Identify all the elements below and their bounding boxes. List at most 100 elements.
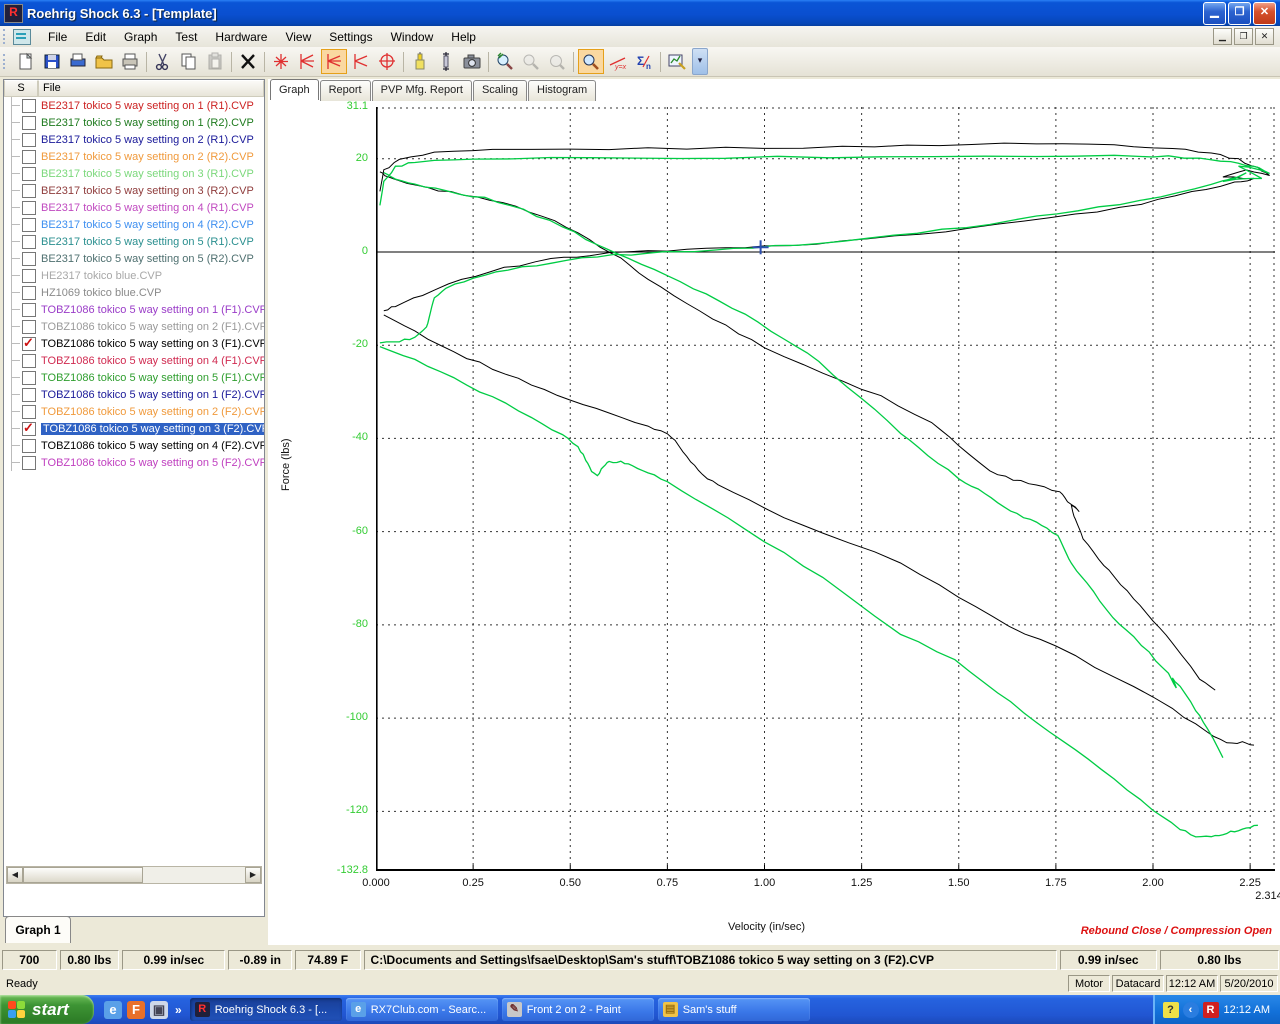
file-name[interactable]: TOBZ1086 tokico 5 way setting on 4 (F1).…	[41, 355, 264, 367]
mdi-minimize-button[interactable]: ▁	[1213, 28, 1232, 45]
file-name[interactable]: TOBZ1086 tokico 5 way setting on 1 (F1).…	[41, 304, 264, 316]
file-row[interactable]: BE2317 tokico 5 way setting on 2 (R1).CV…	[4, 131, 264, 148]
scrollbar-track[interactable]	[143, 867, 245, 883]
file-name[interactable]: TOBZ1086 tokico 5 way setting on 2 (F2).…	[41, 406, 264, 418]
file-name[interactable]: TOBZ1086 tokico 5 way setting on 5 (F1).…	[41, 372, 264, 384]
file-row[interactable]: BE2317 tokico 5 way setting on 2 (R2).CV…	[4, 148, 264, 165]
file-name[interactable]: TOBZ1086 tokico 5 way setting on 1 (F2).…	[41, 389, 264, 401]
file-checkbox[interactable]	[22, 303, 36, 317]
file-row[interactable]: ✓ TOBZ1086 tokico 5 way setting on 3 (F2)…	[4, 420, 264, 437]
file-row[interactable]: ✓ TOBZ1086 tokico 5 way setting on 3 (F1)…	[4, 335, 264, 352]
taskbar-button-rx7club-com-searc-[interactable]: eRX7Club.com - Searc...	[346, 998, 498, 1021]
compress-curves-icon[interactable]	[295, 50, 319, 73]
tab-report[interactable]: Report	[320, 80, 371, 101]
file-checkbox[interactable]	[22, 116, 36, 130]
file-name[interactable]: TOBZ1086 tokico 5 way setting on 3 (F1).…	[41, 338, 264, 350]
tab-graph-1[interactable]: Graph 1	[5, 916, 71, 943]
mdi-close-button[interactable]: ✕	[1255, 28, 1274, 45]
tab-histogram[interactable]: Histogram	[528, 80, 596, 101]
column-header-file[interactable]: File	[38, 80, 264, 97]
file-row[interactable]: BE2317 tokico 5 way setting on 4 (R2).CV…	[4, 216, 264, 233]
file-checkbox[interactable]	[22, 201, 36, 215]
file-row[interactable]: TOBZ1086 tokico 5 way setting on 4 (F1).…	[4, 352, 264, 369]
file-name[interactable]: BE2317 tokico 5 way setting on 2 (R2).CV…	[41, 151, 256, 163]
hide-icons-chevron[interactable]: ‹	[1183, 1002, 1199, 1018]
restore-button[interactable]: ❐	[1228, 2, 1251, 25]
menu-graph[interactable]: Graph	[115, 28, 166, 46]
zoom-window-icon[interactable]	[545, 50, 569, 73]
file-row[interactable]: TOBZ1086 tokico 5 way setting on 1 (F1).…	[4, 301, 264, 318]
file-row[interactable]: TOBZ1086 tokico 5 way setting on 2 (F2).…	[4, 403, 264, 420]
scroll-left-arrow[interactable]: ◀	[7, 867, 23, 883]
show-desktop-icon[interactable]: ▣	[150, 1001, 168, 1019]
menu-window[interactable]: Window	[382, 28, 443, 46]
menu-help[interactable]: Help	[442, 28, 485, 46]
curve-values-icon[interactable]: y=x	[606, 50, 630, 73]
menu-view[interactable]: View	[276, 28, 320, 46]
file-checkbox[interactable]	[22, 184, 36, 198]
firefox-icon[interactable]: F	[127, 1001, 145, 1019]
file-checkbox[interactable]	[22, 286, 36, 300]
taskbar-button-sam-s-stuff[interactable]: ▤Sam's stuff	[658, 998, 810, 1021]
file-checkbox[interactable]	[22, 388, 36, 402]
file-row[interactable]: BE2317 tokico 5 way setting on 5 (R2).CV…	[4, 250, 264, 267]
file-name[interactable]: BE2317 tokico 5 way setting on 4 (R1).CV…	[41, 202, 256, 214]
file-name[interactable]: TOBZ1086 tokico 5 way setting on 2 (F1).…	[41, 321, 264, 333]
file-row[interactable]: HZ1069 tokico blue.CVP	[4, 284, 264, 301]
delete-icon[interactable]	[236, 50, 260, 73]
circle-cursor-icon[interactable]	[375, 50, 399, 73]
file-checkbox[interactable]	[22, 439, 36, 453]
file-checkbox[interactable]	[22, 405, 36, 419]
export-graph-icon[interactable]	[665, 50, 689, 73]
file-name[interactable]: BE2317 tokico 5 way setting on 5 (R1).CV…	[41, 236, 256, 248]
new-document-icon[interactable]	[14, 50, 38, 73]
file-row[interactable]: BE2317 tokico 5 way setting on 3 (R2).CV…	[4, 182, 264, 199]
open-folder-icon[interactable]	[92, 50, 116, 73]
file-row[interactable]: TOBZ1086 tokico 5 way setting on 4 (F2).…	[4, 437, 264, 454]
internet-explorer-icon[interactable]: e	[104, 1001, 122, 1019]
tab-scaling[interactable]: Scaling	[473, 80, 527, 101]
save-icon[interactable]	[40, 50, 64, 73]
file-row[interactable]: TOBZ1086 tokico 5 way setting on 2 (F1).…	[4, 318, 264, 335]
print-preview-icon[interactable]	[66, 50, 90, 73]
file-checkbox[interactable]: ✓	[22, 337, 36, 351]
file-checkbox[interactable]	[22, 252, 36, 266]
toolbar-options-chevron[interactable]: ▾	[692, 48, 708, 75]
file-checkbox[interactable]	[22, 269, 36, 283]
inspect-point-icon[interactable]	[578, 49, 604, 74]
menu-edit[interactable]: Edit	[76, 28, 115, 46]
zoom-in-icon[interactable]	[493, 50, 517, 73]
file-checkbox[interactable]	[22, 99, 36, 113]
file-name[interactable]: TOBZ1086 tokico 5 way setting on 4 (F2).…	[41, 440, 264, 452]
column-header-s[interactable]: S	[4, 80, 38, 97]
file-row[interactable]: HE2317 tokico blue.CVP	[4, 267, 264, 284]
mdi-restore-button[interactable]: ❐	[1234, 28, 1253, 45]
scrollbar-thumb[interactable]	[23, 867, 143, 883]
menu-settings[interactable]: Settings	[320, 28, 381, 46]
taskbar-button-roehrig-shock-6-3-[interactable]: RRoehrig Shock 6.3 - [...	[190, 998, 342, 1021]
crosshair-graph-icon[interactable]	[269, 50, 293, 73]
zoom-out-icon[interactable]	[519, 50, 543, 73]
file-checkbox[interactable]: ✓	[22, 422, 36, 436]
menu-test[interactable]: Test	[166, 28, 206, 46]
tab-graph[interactable]: Graph	[270, 79, 319, 100]
horizontal-scrollbar[interactable]: ◀ ▶	[6, 866, 262, 884]
file-name[interactable]: BE2317 tokico 5 way setting on 3 (R1).CV…	[41, 168, 256, 180]
file-name[interactable]: TOBZ1086 tokico 5 way setting on 5 (F2).…	[41, 457, 264, 469]
menu-file[interactable]: File	[39, 28, 76, 46]
minimize-button[interactable]: ▁	[1203, 2, 1226, 25]
file-name[interactable]: BE2317 tokico 5 way setting on 3 (R2).CV…	[41, 185, 256, 197]
force-velocity-chart[interactable]	[376, 107, 1275, 871]
expand-curves-icon[interactable]	[349, 50, 373, 73]
roehrig-tray-icon[interactable]: R	[1203, 1002, 1219, 1018]
file-row[interactable]: BE2317 tokico 5 way setting on 3 (R1).CV…	[4, 165, 264, 182]
file-row[interactable]: TOBZ1086 tokico 5 way setting on 1 (F2).…	[4, 386, 264, 403]
file-name[interactable]: TOBZ1086 tokico 5 way setting on 3 (F2).…	[41, 423, 264, 435]
file-row[interactable]: TOBZ1086 tokico 5 way setting on 5 (F2).…	[4, 454, 264, 471]
average-curves-icon[interactable]	[321, 49, 347, 74]
scroll-right-arrow[interactable]: ▶	[245, 867, 261, 883]
print-icon[interactable]	[118, 50, 142, 73]
file-checkbox[interactable]	[22, 456, 36, 470]
menu-hardware[interactable]: Hardware	[206, 28, 276, 46]
shock-travel-icon[interactable]	[434, 50, 458, 73]
